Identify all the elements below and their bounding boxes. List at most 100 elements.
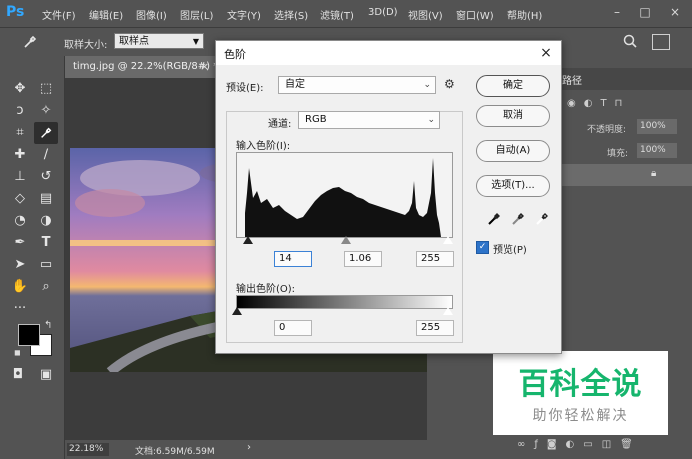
sample-size-value: 取样点 bbox=[119, 36, 149, 47]
black-point-eyedropper-icon[interactable] bbox=[486, 211, 502, 227]
layer-filter-icons[interactable]: ◉◐T⊓ bbox=[567, 98, 687, 112]
chevron-down-icon: ⌄ bbox=[427, 115, 435, 125]
path-select-icon[interactable]: ➤ bbox=[8, 254, 32, 276]
eyedropper-icon[interactable] bbox=[22, 34, 40, 50]
output-black-field[interactable]: 0 bbox=[274, 320, 312, 336]
opacity-input[interactable]: 100% bbox=[637, 119, 677, 134]
menu-bar: Ps 文件(F) 编辑(E) 图像(I) 图层(L) 文字(Y) 选择(S) 滤… bbox=[0, 0, 692, 27]
input-levels-label: 输入色阶(I): bbox=[236, 141, 291, 152]
brush-tool-icon[interactable]: ∕ bbox=[34, 144, 58, 166]
preset-value: 自定 bbox=[285, 79, 305, 90]
eyedropper-tool-icon[interactable] bbox=[34, 122, 58, 144]
menu-layer[interactable]: 图层(L) bbox=[180, 7, 213, 22]
minimize-icon[interactable]: – bbox=[606, 3, 628, 21]
input-black-slider[interactable] bbox=[243, 236, 253, 244]
dialog-title: 色阶 bbox=[224, 48, 246, 61]
menu-view[interactable]: 视图(V) bbox=[408, 7, 443, 22]
fill-label: 填充: bbox=[607, 149, 629, 159]
watermark: 百科全说 助你轻松解决 bbox=[493, 351, 668, 435]
document-tab-title: timg.jpg @ 22.2%(RGB/8#) * bbox=[73, 61, 219, 72]
window-close-icon[interactable]: × bbox=[664, 3, 686, 21]
output-white-slider[interactable] bbox=[443, 307, 453, 315]
lock-icon: 🔒︎ bbox=[651, 168, 657, 179]
menu-filter[interactable]: 滤镜(T) bbox=[320, 7, 354, 22]
dialog-titlebar[interactable] bbox=[216, 41, 561, 65]
menu-type[interactable]: 文字(Y) bbox=[227, 7, 261, 22]
zoom-level[interactable]: 22.18% bbox=[67, 443, 109, 456]
output-black-slider[interactable] bbox=[232, 307, 242, 315]
screen-mode-icon[interactable]: ▣ bbox=[34, 364, 58, 386]
photoshop-logo: Ps bbox=[6, 4, 25, 20]
menu-file[interactable]: 文件(F) bbox=[42, 7, 76, 22]
dodge-tool-icon[interactable]: ◑ bbox=[34, 210, 58, 232]
crop-tool-icon[interactable]: ⌗ bbox=[8, 122, 32, 144]
quick-mask-icon[interactable]: ◘ bbox=[6, 364, 30, 386]
rectangle-tool-icon[interactable]: ▭ bbox=[34, 254, 58, 276]
tools-panel: ✥ ⬚ ↄ ✧ ⌗ ✚ ∕ ⊥ ↺ ◇ ▤ ◔ ◑ ✒ T ➤ ▭ ✋ ⌕ ··… bbox=[0, 56, 65, 459]
ok-button[interactable]: 确定 bbox=[476, 75, 550, 97]
watermark-subtitle: 助你轻松解决 bbox=[532, 408, 629, 424]
pen-tool-icon[interactable]: ✒ bbox=[8, 232, 32, 254]
channel-select[interactable]: RGB ⌄ bbox=[298, 111, 440, 129]
status-bar: 22.18% 文档:6.59M/6.59M › bbox=[65, 440, 427, 459]
status-chevron-icon[interactable]: › bbox=[247, 442, 251, 453]
menu-image[interactable]: 图像(I) bbox=[136, 7, 167, 22]
menu-3d[interactable]: 3D(D) bbox=[368, 7, 398, 18]
search-icon[interactable] bbox=[622, 33, 640, 51]
gear-icon[interactable]: ⚙ bbox=[444, 77, 455, 91]
hand-tool-icon[interactable]: ✋ bbox=[8, 276, 32, 298]
maximize-icon[interactable]: □ bbox=[634, 3, 656, 21]
gray-point-eyedropper-icon[interactable] bbox=[510, 211, 526, 227]
menu-help[interactable]: 帮助(H) bbox=[507, 7, 542, 22]
watermark-title: 百科全说 bbox=[518, 367, 643, 402]
lasso-tool-icon[interactable]: ↄ bbox=[8, 100, 32, 122]
menu-edit[interactable]: 编辑(E) bbox=[89, 7, 123, 22]
more-tools-icon[interactable]: ··· bbox=[8, 298, 32, 320]
dialog-close-icon[interactable]: × bbox=[536, 43, 556, 63]
options-button[interactable]: 选项(T)... bbox=[476, 175, 550, 197]
document-size: 文档:6.59M/6.59M bbox=[135, 447, 215, 457]
marquee-tool-icon[interactable]: ⬚ bbox=[34, 78, 58, 100]
menu-select[interactable]: 选择(S) bbox=[274, 7, 308, 22]
history-brush-icon[interactable]: ↺ bbox=[34, 166, 58, 188]
preview-checkbox[interactable]: ✓ bbox=[476, 241, 489, 254]
workspace-icon[interactable] bbox=[652, 34, 670, 50]
tab-paths[interactable]: 路径 bbox=[562, 72, 582, 87]
output-white-field[interactable]: 255 bbox=[416, 320, 454, 336]
eraser-tool-icon[interactable]: ◇ bbox=[8, 188, 32, 210]
sample-size-select[interactable]: 取样点 ▼ bbox=[114, 33, 204, 49]
cancel-button[interactable]: 取消 bbox=[476, 105, 550, 127]
healing-brush-icon[interactable]: ✚ bbox=[8, 144, 32, 166]
input-white-field[interactable]: 255 bbox=[416, 251, 454, 267]
layer-row[interactable] bbox=[560, 164, 692, 186]
input-gamma-slider[interactable] bbox=[341, 236, 351, 244]
output-levels-label: 输出色阶(O): bbox=[236, 284, 296, 295]
channel-value: RGB bbox=[305, 114, 327, 125]
gradient-tool-icon[interactable]: ▤ bbox=[34, 188, 58, 210]
input-black-field[interactable]: 14 bbox=[274, 251, 312, 267]
histogram bbox=[236, 152, 453, 238]
auto-button[interactable]: 自动(A) bbox=[476, 140, 550, 162]
sample-size-label: 取样大小: bbox=[64, 40, 108, 51]
move-tool-icon[interactable]: ✥ bbox=[8, 78, 32, 100]
white-point-eyedropper-icon[interactable] bbox=[534, 211, 550, 227]
document-tab-close-icon[interactable]: × bbox=[200, 60, 209, 73]
preview-label: 预览(P) bbox=[493, 245, 527, 256]
input-gamma-field[interactable]: 1.06 bbox=[344, 251, 382, 267]
channel-label: 通道: bbox=[268, 119, 292, 130]
levels-dialog: 色阶 × 预设(E): 自定 ⌄ ⚙ 通道: RGB ⌄ 输入色阶(I): 14… bbox=[215, 40, 562, 354]
preset-select[interactable]: 自定 ⌄ bbox=[278, 76, 436, 94]
stamp-tool-icon[interactable]: ⊥ bbox=[8, 166, 32, 188]
document-tab[interactable]: timg.jpg @ 22.2%(RGB/8#) * bbox=[65, 56, 219, 78]
fill-input[interactable]: 100% bbox=[637, 143, 677, 158]
swap-colors-icon[interactable]: ↰ bbox=[44, 320, 52, 331]
input-white-slider[interactable] bbox=[443, 236, 453, 244]
default-colors-icon[interactable]: ◼ bbox=[14, 348, 21, 357]
blur-tool-icon[interactable]: ◔ bbox=[8, 210, 32, 232]
menu-window[interactable]: 窗口(W) bbox=[456, 7, 494, 22]
zoom-tool-icon[interactable]: ⌕ bbox=[34, 276, 58, 298]
foreground-color-swatch[interactable] bbox=[18, 324, 40, 346]
layer-actions-icons[interactable]: ∞ƒ◙◐▭◫🗑︎ bbox=[517, 439, 687, 453]
magic-wand-tool-icon[interactable]: ✧ bbox=[34, 100, 58, 122]
type-tool-icon[interactable]: T bbox=[34, 232, 58, 254]
